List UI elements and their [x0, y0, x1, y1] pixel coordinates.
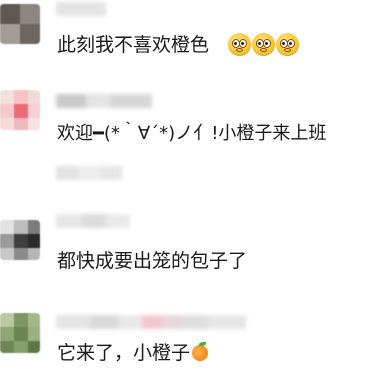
message-text: 此刻我不喜欢橙色	[57, 34, 210, 56]
message-text: 它来了，小橙子	[57, 341, 209, 365]
emoji-group	[228, 33, 299, 56]
sender-name	[56, 315, 246, 329]
message-preview	[56, 166, 122, 180]
message-text: 欢迎━(*｀∀´*)ノ亻!小橙子来上班	[57, 123, 327, 144]
avatar[interactable]	[0, 220, 40, 260]
message-item[interactable]: 欢迎━(*｀∀´*)ノ亻!小橙子来上班	[0, 80, 389, 180]
message-item[interactable]: 都快成要出笼的包子了	[0, 210, 389, 290]
flushed-face-icon	[228, 33, 251, 56]
chat-message-list: 此刻我不喜欢橙色 欢迎━(*｀∀´*)ノ亻!小橙子来上班 都快成要出笼的包子了 …	[0, 0, 389, 373]
avatar[interactable]	[0, 4, 40, 44]
avatar[interactable]	[0, 313, 40, 353]
sender-name	[56, 214, 130, 228]
flushed-face-icon	[276, 33, 299, 56]
avatar[interactable]	[0, 90, 40, 130]
sender-name	[56, 2, 106, 16]
tangerine-icon	[192, 342, 209, 361]
message-item[interactable]: 它来了，小橙子	[0, 305, 389, 373]
message-text: 都快成要出笼的包子了	[57, 250, 248, 272]
sender-name	[56, 94, 152, 108]
message-item[interactable]: 此刻我不喜欢橙色	[0, 0, 389, 68]
flushed-face-icon	[252, 33, 275, 56]
